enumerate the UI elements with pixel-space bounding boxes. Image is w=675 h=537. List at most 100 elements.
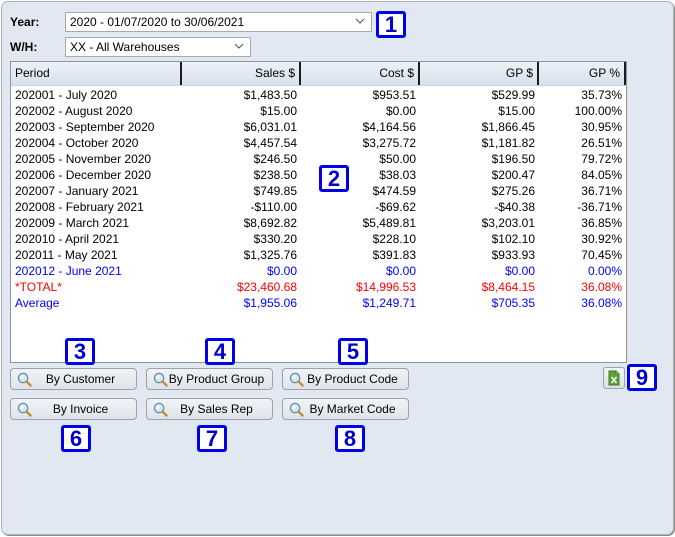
cell-gp: $102.10	[491, 232, 535, 246]
excel-export-icon	[608, 370, 620, 386]
cell-period: Average	[15, 296, 60, 310]
table-row[interactable]: Average $1,955.06 $1,249.71 $705.35 36.08%	[11, 295, 626, 311]
by-market-code-label: By Market Code	[309, 402, 396, 416]
sales-table[interactable]: Period Sales $ Cost $ GP $ GP % 202001 -…	[10, 61, 627, 363]
cell-sales: $749.85	[253, 184, 297, 198]
magnifier-icon	[289, 402, 304, 417]
table-row[interactable]: 202002 - August 2020 $15.00 $0.00 $15.00 100…	[11, 103, 626, 119]
cell-sales: $1,955.06	[243, 296, 297, 310]
by-invoice-button[interactable]: By Invoice	[10, 398, 137, 420]
warehouse-select[interactable]: XX - All Warehouses	[65, 37, 251, 57]
sales-summary-panel: Year: 2020 - 01/07/2020 to 30/06/2021 W/…	[1, 1, 674, 535]
cell-period: 202006 - December 2020	[15, 168, 152, 182]
cell-gp: $0.00	[504, 264, 535, 278]
cell-gp: $200.47	[491, 168, 535, 182]
cell-gp-percent: 100.00%	[574, 104, 622, 118]
cell-gp-percent: 36.08%	[581, 296, 622, 310]
cell-period: 202010 - April 2021	[15, 232, 120, 246]
cell-gp: $529.99	[491, 88, 535, 102]
cell-gp: $705.35	[491, 296, 535, 310]
cell-period: 202005 - November 2020	[15, 152, 152, 166]
column-header-gp[interactable]: GP $	[420, 62, 539, 85]
magnifier-icon	[17, 402, 32, 417]
year-select-value: 2020 - 01/07/2020 to 30/06/2021	[70, 15, 245, 29]
warehouse-label: W/H:	[10, 40, 38, 54]
by-sales-rep-label: By Sales Rep	[180, 402, 253, 416]
cell-gp-percent: 30.92%	[581, 232, 622, 246]
by-sales-rep-button[interactable]: By Sales Rep	[146, 398, 273, 420]
cell-period: 202009 - March 2021	[15, 216, 130, 230]
cell-period: 202001 - July 2020	[15, 88, 118, 102]
export-excel-button[interactable]	[603, 367, 625, 389]
cell-gp-percent: 36.71%	[581, 184, 622, 198]
cell-period: 202008 - February 2021	[15, 200, 144, 214]
column-header-gp-percent[interactable]: GP %	[539, 62, 626, 85]
by-customer-button[interactable]: By Customer	[10, 368, 137, 390]
chevron-down-icon	[355, 18, 365, 24]
callout-3: 3	[65, 338, 95, 365]
cell-period: 202012 - June 2021	[15, 264, 122, 278]
callout-4: 4	[205, 338, 235, 365]
cell-sales: $8,692.82	[243, 216, 297, 230]
magnifier-icon	[289, 372, 304, 387]
cell-sales: $238.50	[253, 168, 297, 182]
cell-gp-percent: 79.72%	[581, 152, 622, 166]
table-row[interactable]: 202012 - June 2021 $0.00 $0.00 $0.00 0.00%	[11, 263, 626, 279]
table-row[interactable]: 202001 - July 2020 $1,483.50 $953.51 $529.9…	[11, 87, 626, 103]
cell-cost: $14,996.53	[355, 280, 416, 294]
cell-sales: $15.00	[260, 104, 297, 118]
cell-sales: $1,483.50	[243, 88, 297, 102]
cell-gp: $15.00	[498, 104, 535, 118]
column-header-period[interactable]: Period	[11, 62, 182, 85]
cell-gp-percent: 0.00%	[587, 264, 622, 278]
by-product-code-label: By Product Code	[307, 372, 398, 386]
cell-period: 202002 - August 2020	[15, 104, 133, 118]
table-row[interactable]: 202010 - April 2021 $330.20 $228.10 $102.10…	[11, 231, 626, 247]
table-row[interactable]: 202009 - March 2021 $8,692.82 $5,489.81 $3,…	[11, 215, 626, 231]
cell-gp: $1,181.82	[481, 136, 535, 150]
column-header-cost[interactable]: Cost $	[301, 62, 420, 85]
column-header-sales[interactable]: Sales $	[182, 62, 301, 85]
cell-gp: $933.93	[491, 248, 535, 262]
cell-cost: $3,275.72	[362, 136, 416, 150]
cell-sales: $330.20	[253, 232, 297, 246]
table-row[interactable]: 202005 - November 2020 $246.50 $50.00 $196.…	[11, 151, 626, 167]
by-product-group-button[interactable]: By Product Group	[146, 368, 273, 390]
cell-gp-percent: 84.05%	[581, 168, 622, 182]
table-body: 202001 - July 2020 $1,483.50 $953.51 $529.9…	[11, 86, 626, 311]
cell-period: 202003 - September 2020	[15, 120, 155, 134]
cell-sales: $1,325.76	[243, 248, 297, 262]
cell-gp: $196.50	[491, 152, 535, 166]
cell-cost: $4,164.56	[362, 120, 416, 134]
cell-period: 202011 - May 2021	[15, 248, 118, 262]
cell-gp-percent: -36.71%	[577, 200, 622, 214]
cell-cost: -$69.62	[375, 200, 416, 214]
cell-cost: $50.00	[379, 152, 416, 166]
by-product-group-label: By Product Group	[168, 372, 265, 386]
cell-sales: $4,457.54	[243, 136, 297, 150]
cell-period: 202007 - January 2021	[15, 184, 139, 198]
table-row[interactable]: 202004 - October 2020 $4,457.54 $3,275.72 $…	[11, 135, 626, 151]
cell-cost: $0.00	[385, 264, 416, 278]
warehouse-select-value: XX - All Warehouses	[70, 40, 180, 54]
year-select[interactable]: 2020 - 01/07/2020 to 30/06/2021	[65, 12, 372, 32]
cell-period: 202004 - October 2020	[15, 136, 139, 150]
cell-gp-percent: 30.95%	[581, 120, 622, 134]
by-market-code-button[interactable]: By Market Code	[282, 398, 409, 420]
cell-sales: $246.50	[253, 152, 297, 166]
callout-9: 9	[627, 364, 657, 391]
table-row[interactable]: 202008 - February 2021 -$110.00 -$69.62 -$4…	[11, 199, 626, 215]
table-header: Period Sales $ Cost $ GP $ GP %	[11, 62, 626, 86]
table-row[interactable]: 202003 - September 2020 $6,031.01 $4,164.5…	[11, 119, 626, 135]
callout-7: 7	[197, 425, 227, 452]
cell-cost: $391.83	[372, 248, 416, 262]
table-row[interactable]: 202011 - May 2021 $1,325.76 $391.83 $933.93…	[11, 247, 626, 263]
year-label: Year:	[10, 15, 40, 29]
callout-2: 2	[319, 165, 349, 192]
cell-cost: $953.51	[372, 88, 416, 102]
callout-6: 6	[61, 425, 91, 452]
cell-gp: $1,866.45	[481, 120, 535, 134]
cell-gp: $8,464.15	[481, 280, 535, 294]
table-row[interactable]: *TOTAL* $23,460.68 $14,996.53 $8,464.15 36.0…	[11, 279, 626, 295]
by-product-code-button[interactable]: By Product Code	[282, 368, 409, 390]
